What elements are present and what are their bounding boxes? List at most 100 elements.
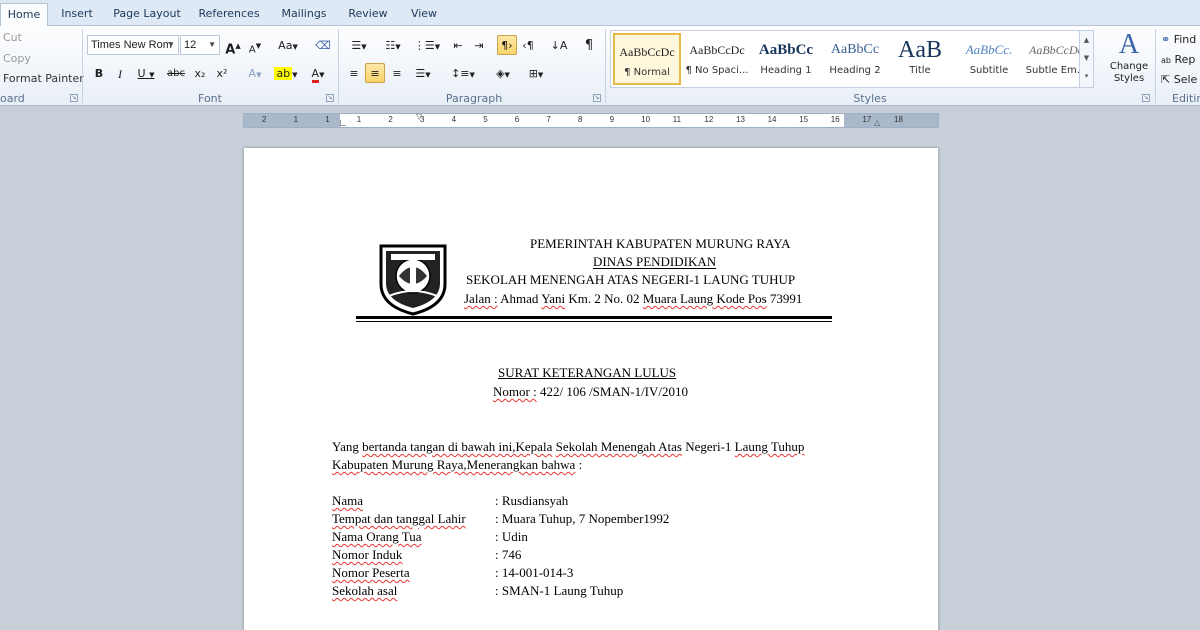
select-button[interactable]: ⇱ Sele [1160, 69, 1200, 89]
style-name: ¶ No Spaci... [685, 65, 749, 76]
superscript-icon: x² [216, 67, 228, 80]
horizontal-ruler[interactable]: 2 1 1 1 2 3 4 5 6 7 8 9 10 11 12 13 14 15 16 17 18 ∟ ▽ △ [243, 112, 939, 129]
nomor-value: 422/ 106 /SMAN-1/IV/2010 [539, 384, 689, 399]
field-value: : 14-001-014-3 [495, 565, 574, 580]
paragraph-group-label: Paragraph [445, 92, 503, 105]
style-name: Subtitle [969, 65, 1009, 76]
style-no-spacing[interactable]: AaBbCcDc ¶ No Spaci... [683, 33, 751, 85]
decrease-indent-button[interactable]: ⇤ [448, 35, 468, 55]
font-launcher-icon[interactable]: ↘ [326, 94, 334, 102]
font-size-select[interactable]: 12 ▼ [180, 35, 220, 55]
grow-font-button[interactable]: A▲ [224, 35, 242, 57]
bullets-button[interactable]: ☰▼ [344, 35, 374, 55]
rtl-direction-button[interactable]: ‹¶ [518, 35, 538, 55]
style-heading-1[interactable]: AaBbCc Heading 1 [752, 33, 820, 85]
bold-button[interactable]: B [90, 63, 108, 83]
clipboard-launcher-icon[interactable]: ↘ [70, 94, 78, 102]
multilevel-list-button[interactable]: ⋮☰▼ [412, 35, 442, 55]
sort-button[interactable]: ↓A [548, 35, 570, 55]
ltr-paragraph-icon: ¶› [501, 39, 513, 52]
intro-text-run: Negeri-1 [681, 439, 735, 454]
cut-button[interactable]: Cut [3, 31, 22, 44]
multilevel-list-icon: ⋮☰ [413, 39, 435, 52]
line-spacing-button[interactable]: ↕≡▼ [449, 63, 477, 83]
italic-icon: I [118, 67, 122, 81]
address-ahmad: Ahmad [500, 291, 539, 306]
style-sample: AaBbCc [758, 42, 814, 58]
change-case-button[interactable]: Aa▼ [274, 35, 302, 55]
style-subtitle[interactable]: AaBbCc. Subtitle [955, 33, 1023, 85]
align-left-button[interactable]: ≡ [344, 63, 364, 83]
bold-icon: B [94, 67, 104, 80]
change-styles-button[interactable]: A Change Styles [1107, 28, 1151, 90]
highlight-button[interactable]: ab ▼ [270, 63, 302, 83]
font-color-button[interactable]: A▼ [304, 63, 332, 83]
show-formatting-button[interactable]: ¶ [578, 35, 600, 55]
tab-references[interactable]: References [196, 5, 262, 26]
address-jalan: Jalan : [464, 291, 498, 306]
font-family-select[interactable]: Times New Rom ▼ [87, 35, 179, 55]
shrink-font-icon: A [248, 44, 256, 56]
ruler-number: 8 [578, 115, 583, 124]
gallery-scroll[interactable]: ▲ ▼ ▾ [1079, 31, 1093, 87]
address-pos: 73991 [769, 291, 803, 306]
find-label: Find [1173, 33, 1197, 46]
increase-indent-button[interactable]: ⇥ [469, 35, 489, 55]
style-name: Heading 2 [829, 65, 881, 76]
ruler-number: 17 [862, 115, 872, 124]
chevron-down-icon[interactable]: ▼ [1080, 49, 1093, 67]
strikethrough-button[interactable]: abc [164, 63, 188, 83]
ruler-number: 14 [767, 115, 777, 124]
line-spacing-icon: ↕≡ [451, 67, 470, 80]
tab-insert[interactable]: Insert [55, 5, 99, 26]
numbering-button[interactable]: ☷▼ [378, 35, 408, 55]
copy-label: Copy [3, 52, 31, 65]
letter-title: SURAT KETERANGAN LULUS [498, 365, 677, 380]
field-value: : Udin [495, 529, 528, 544]
tab-review[interactable]: Review [344, 5, 392, 26]
copy-button[interactable]: Copy [3, 52, 31, 65]
shrink-font-button[interactable]: A▼ [246, 35, 264, 55]
ruler-number: 18 [894, 115, 903, 124]
subscript-icon: x₂ [194, 67, 206, 80]
replace-button[interactable]: ab Rep [1160, 49, 1200, 69]
paragraph-launcher-icon[interactable]: ↘ [593, 94, 601, 102]
superscript-button[interactable]: x² [212, 63, 232, 83]
shading-button[interactable]: ◈▼ [488, 63, 518, 83]
ltr-direction-button[interactable]: ¶› [497, 35, 517, 55]
subscript-button[interactable]: x₂ [190, 63, 210, 83]
document-page[interactable]: PEMERINTAH KABUPATEN MURUNG RAYA DINAS P… [244, 148, 938, 630]
align-center-button[interactable]: ≡ [365, 63, 385, 83]
find-button[interactable]: ⚭ Find [1160, 29, 1200, 49]
tab-mailings[interactable]: Mailings [276, 5, 332, 26]
text-effects-button[interactable]: A▼ [242, 63, 268, 83]
style-heading-2[interactable]: AaBbCc Heading 2 [821, 33, 889, 85]
justify-button[interactable]: ☰▼ [409, 63, 437, 83]
increase-indent-icon: ⇥ [474, 39, 484, 52]
format-painter-button[interactable]: Format Painter [3, 72, 84, 85]
intro-text-run: Kabupaten Murung Raya,Menerangkan bahwa [332, 457, 576, 472]
styles-launcher-icon[interactable]: ↘ [1142, 94, 1150, 102]
style-title[interactable]: AaB Title [886, 33, 954, 85]
more-icon[interactable]: ▾ [1080, 67, 1093, 85]
tab-view[interactable]: View [404, 5, 444, 26]
clear-formatting-button[interactable]: ⌫ [312, 35, 334, 55]
field-label: Nama Orang Tua [332, 529, 422, 544]
underline-button[interactable]: U ▼ [133, 63, 159, 83]
change-case-icon: Aa [278, 39, 293, 52]
italic-button[interactable]: I [111, 63, 129, 83]
first-line-indent-marker[interactable]: ▽ [416, 112, 422, 121]
align-right-button[interactable]: ≡ [387, 63, 407, 83]
tab-home[interactable]: Home [0, 3, 48, 27]
pilcrow-icon: ¶ [584, 38, 594, 53]
ribbon: Cut Copy Format Painter oard ↘ Times New… [0, 26, 1200, 106]
replace-label: Rep [1174, 53, 1196, 66]
chevron-up-icon[interactable]: ▲ [1080, 31, 1093, 49]
borders-button[interactable]: ⊞▼ [521, 63, 551, 83]
style-normal[interactable]: AaBbCcDc ¶ Normal [613, 33, 681, 85]
tab-page-layout[interactable]: Page Layout [110, 5, 184, 26]
tab-stop-icon[interactable]: ∟ [338, 118, 348, 129]
align-left-icon: ≡ [349, 67, 359, 80]
right-indent-marker[interactable]: △ [874, 118, 880, 127]
chevron-down-icon: ▼ [167, 40, 175, 49]
